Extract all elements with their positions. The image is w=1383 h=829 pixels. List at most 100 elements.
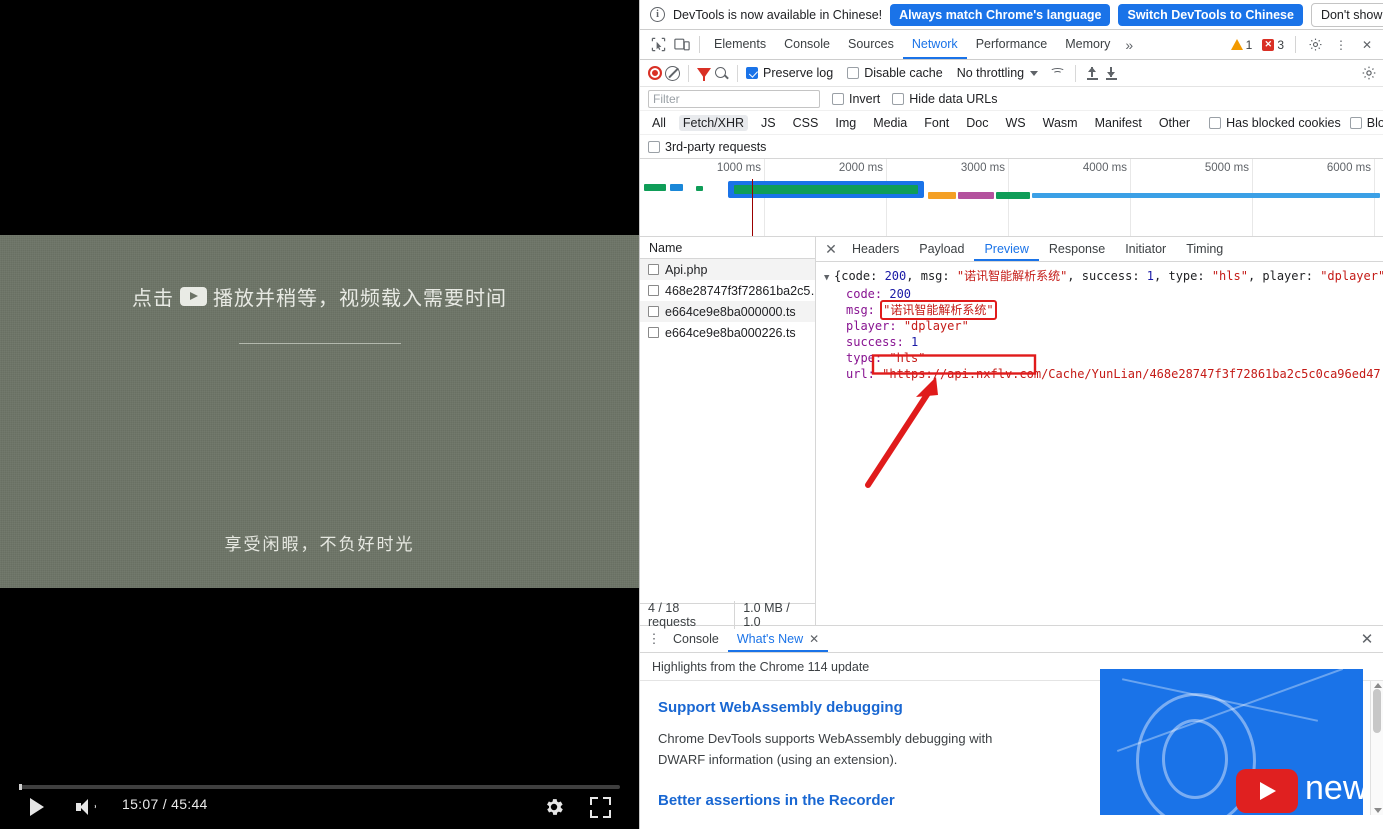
close-detail-icon[interactable]: ✕	[820, 238, 842, 260]
device-toolbar-icon[interactable]	[670, 34, 694, 56]
type-chip-other[interactable]: Other	[1155, 115, 1194, 131]
summary-prefix: {code:	[834, 269, 885, 283]
type-chip-img[interactable]: Img	[831, 115, 860, 131]
json-row-player: player: "dplayer"	[824, 318, 1383, 334]
invert-checkbox[interactable]: Invert	[832, 92, 880, 106]
third-party-box[interactable]	[648, 141, 660, 153]
settings-gear-icon[interactable]	[543, 796, 565, 818]
summary-type: "hls"	[1212, 269, 1248, 283]
has-blocked-cookies-label: Has blocked cookies	[1226, 116, 1341, 130]
whats-new-image: new	[1100, 669, 1363, 815]
tab-headers[interactable]: Headers	[842, 237, 909, 261]
type-chip-doc[interactable]: Doc	[962, 115, 992, 131]
transferred-size: 1.0 MB / 1.0	[735, 601, 815, 629]
has-blocked-cookies-box[interactable]	[1209, 117, 1221, 129]
warning-triangle-icon	[1231, 39, 1243, 50]
more-options-icon[interactable]: ⋮	[1329, 34, 1353, 56]
scroll-up-icon[interactable]	[1374, 683, 1382, 688]
table-row[interactable]: e664ce9e8ba000226.ts	[640, 322, 815, 343]
progress-bar[interactable]	[19, 785, 620, 789]
table-row[interactable]: e664ce9e8ba000000.ts	[640, 301, 815, 322]
tab-elements[interactable]: Elements	[705, 30, 775, 59]
table-row[interactable]: 468e28747f3f72861ba2c5…	[640, 280, 815, 301]
network-overview[interactable]: 1000 ms 2000 ms 3000 ms 4000 ms 5000 ms …	[640, 159, 1383, 237]
throttling-select[interactable]: No throttling	[957, 66, 1038, 80]
tab-performance[interactable]: Performance	[967, 30, 1057, 59]
drawer-tabbar: ⋮ Console What's New ✕ ✕	[640, 626, 1383, 653]
type-chip-font[interactable]: Font	[920, 115, 953, 131]
type-chip-js[interactable]: JS	[757, 115, 780, 131]
dont-show-again-button[interactable]: Don't show again	[1311, 3, 1383, 27]
request-column-header[interactable]: Name	[640, 237, 815, 259]
type-chip-media[interactable]: Media	[869, 115, 911, 131]
third-party-requests-checkbox[interactable]: 3rd-party requests	[648, 140, 766, 154]
language-banner: i DevTools is now available in Chinese! …	[640, 0, 1383, 30]
close-devtools-icon[interactable]: ✕	[1355, 34, 1379, 56]
always-match-language-button[interactable]: Always match Chrome's language	[890, 4, 1110, 26]
json-summary-line[interactable]: ▼{code: 200, msg: "诺讯智能解析系统", success: 1…	[824, 268, 1383, 286]
network-settings-gear-icon[interactable]	[1361, 65, 1377, 81]
tab-payload[interactable]: Payload	[909, 237, 974, 261]
drawer-menu-icon[interactable]: ⋮	[644, 629, 664, 649]
tab-sources[interactable]: Sources	[839, 30, 903, 59]
progress-handle[interactable]	[19, 784, 22, 790]
tab-response[interactable]: Response	[1039, 237, 1115, 261]
json-key: success:	[846, 335, 904, 349]
switch-devtools-chinese-button[interactable]: Switch DevTools to Chinese	[1118, 4, 1302, 26]
tab-initiator[interactable]: Initiator	[1115, 237, 1176, 261]
inspect-element-icon[interactable]	[646, 34, 670, 56]
hide-data-urls-box[interactable]	[892, 93, 904, 105]
scrollbar-thumb[interactable]	[1373, 689, 1381, 733]
whats-new-scrollbar[interactable]	[1370, 681, 1383, 815]
blocked-requests-box[interactable]	[1350, 117, 1362, 129]
overview-band	[958, 192, 994, 199]
tab-memory[interactable]: Memory	[1056, 30, 1119, 59]
video-player[interactable]: 点击 播放并稍等，视频载入需要时间 享受闲暇，不负好时光 15:07 / 45:…	[0, 0, 639, 829]
disable-cache-box[interactable]	[847, 67, 859, 79]
import-har-icon[interactable]	[1084, 65, 1100, 81]
type-chip-css[interactable]: CSS	[789, 115, 823, 131]
type-chip-fetch-xhr[interactable]: Fetch/XHR	[679, 115, 748, 131]
play-icon[interactable]	[30, 798, 46, 816]
close-drawer-icon[interactable]: ✕	[1357, 629, 1377, 649]
type-chip-manifest[interactable]: Manifest	[1091, 115, 1146, 131]
more-tabs-icon[interactable]: »	[1119, 37, 1139, 53]
scroll-down-icon[interactable]	[1374, 808, 1382, 813]
search-icon[interactable]	[714, 66, 729, 81]
network-conditions-icon[interactable]	[1050, 66, 1067, 81]
filter-funnel-icon[interactable]	[697, 68, 711, 78]
preserve-log-checkbox[interactable]: Preserve log	[746, 66, 833, 80]
warning-badge[interactable]: 1	[1227, 37, 1257, 53]
clear-icon[interactable]	[665, 66, 680, 81]
player-controls[interactable]: 15:07 / 45:44	[0, 780, 639, 829]
has-blocked-cookies-checkbox[interactable]: Has blocked cookies	[1209, 116, 1341, 130]
type-chip-wasm[interactable]: Wasm	[1039, 115, 1082, 131]
json-value: "dplayer"	[904, 319, 969, 333]
blocked-requests-checkbox[interactable]: Blocked Requests	[1350, 116, 1383, 130]
tab-network[interactable]: Network	[903, 30, 967, 59]
export-har-icon[interactable]	[1103, 65, 1119, 81]
preserve-log-box[interactable]	[746, 67, 758, 79]
video-stage[interactable]: 点击 播放并稍等，视频载入需要时间 享受闲暇，不负好时光	[0, 235, 639, 588]
volume-icon[interactable]	[76, 799, 98, 816]
type-chip-ws[interactable]: WS	[1001, 115, 1029, 131]
fullscreen-icon[interactable]	[590, 797, 611, 818]
hide-data-urls-checkbox[interactable]: Hide data URLs	[892, 92, 997, 106]
overview-tick-3000: 3000 ms	[961, 162, 1005, 174]
tab-preview[interactable]: Preview	[974, 237, 1038, 261]
tab-timing[interactable]: Timing	[1176, 237, 1233, 261]
disable-cache-checkbox[interactable]: Disable cache	[847, 66, 943, 80]
close-icon[interactable]: ✕	[809, 626, 819, 652]
record-icon[interactable]	[648, 66, 662, 80]
drawer-tab-console[interactable]: Console	[664, 626, 728, 652]
tab-console[interactable]: Console	[775, 30, 839, 59]
expand-triangle-icon[interactable]: ▼	[824, 270, 834, 286]
error-badge[interactable]: ✕ 3	[1258, 37, 1288, 53]
filter-input[interactable]	[648, 90, 820, 108]
type-chip-all[interactable]: All	[648, 115, 670, 131]
drawer-tab-whats-new[interactable]: What's New ✕	[728, 626, 828, 652]
invert-box[interactable]	[832, 93, 844, 105]
settings-gear-icon[interactable]	[1303, 34, 1327, 56]
overview-tick-5000: 5000 ms	[1205, 162, 1249, 174]
table-row[interactable]: Api.php	[640, 259, 815, 280]
